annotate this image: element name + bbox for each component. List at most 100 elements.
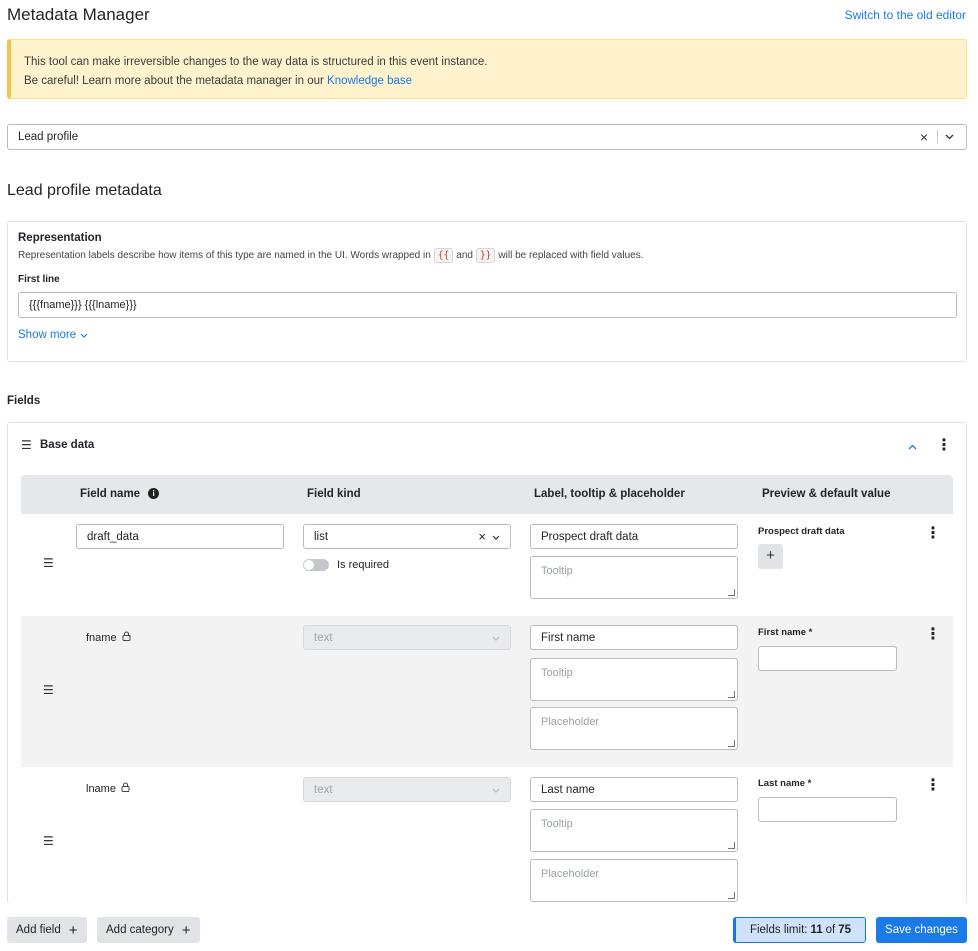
table-row: ☰ lname text Last name Tooltip Placehold… xyxy=(21,767,953,904)
tooltip-textarea[interactable]: Tooltip xyxy=(530,556,738,599)
chevron-down-icon[interactable] xyxy=(492,532,500,542)
field-kind-select[interactable]: list × xyxy=(303,524,511,549)
add-category-button[interactable]: Add category + xyxy=(97,917,200,943)
table-header: Field name i Field kind Label, tooltip & … xyxy=(21,475,953,514)
default-value-input[interactable] xyxy=(758,797,897,822)
field-name-value: fname xyxy=(86,631,117,644)
tooltip-textarea[interactable]: Tooltip xyxy=(530,809,738,852)
info-icon[interactable]: i xyxy=(148,488,160,499)
save-changes-button[interactable]: Save changes xyxy=(876,917,967,943)
placeholder-textarea[interactable]: Placeholder xyxy=(530,859,738,902)
add-item-button[interactable]: + xyxy=(758,544,783,569)
select-separator xyxy=(937,130,938,144)
field-kind-select: text xyxy=(303,625,511,650)
fields-limit-badge: Fields limit: 11 of 75 xyxy=(733,917,866,943)
limit-used: 11 xyxy=(810,924,823,936)
lock-icon xyxy=(121,782,130,795)
label-input[interactable]: Last name xyxy=(530,777,738,802)
representation-panel: Representation Representation labels des… xyxy=(7,221,967,362)
knowledge-base-link[interactable]: Knowledge base xyxy=(327,75,412,87)
open-braces-chip: {{ xyxy=(433,248,454,263)
add-field-label: Add field xyxy=(16,924,61,936)
col-label: Label, tooltip & placeholder xyxy=(534,488,685,500)
limit-prefix: Fields limit: xyxy=(749,924,808,936)
field-name-value: lname xyxy=(86,782,116,795)
field-name-value: draft_data xyxy=(87,530,139,543)
clear-icon[interactable]: × xyxy=(915,129,933,145)
field-name-static: lname xyxy=(86,782,130,795)
rep-desc-part2: will be replaced with field values. xyxy=(498,250,644,261)
preview-label: First name * xyxy=(758,627,813,638)
plus-icon: + xyxy=(68,921,78,939)
switch-old-editor-link[interactable]: Switch to the old editor xyxy=(845,8,966,22)
preview-label: Prospect draft data xyxy=(758,526,845,537)
show-more-link[interactable]: Show more xyxy=(18,329,956,341)
field-kind-value: text xyxy=(314,783,333,796)
col-field-name-label: Field name xyxy=(80,488,141,500)
label-value: Prospect draft data xyxy=(541,530,639,543)
footer-bar: Add field + Add category + Fields limit:… xyxy=(0,904,978,951)
col-field-name: Field name i xyxy=(80,488,160,500)
table-row: ☰ fname text First name Tooltip Placehol… xyxy=(21,616,953,767)
field-kind-select: text xyxy=(303,777,511,802)
limit-total: 75 xyxy=(838,924,852,936)
field-name-input[interactable]: draft_data xyxy=(76,524,284,549)
drag-handle-icon[interactable]: ☰ xyxy=(43,683,54,697)
category-header: ☰ Base data ⋮ xyxy=(8,423,966,469)
profile-select[interactable]: Lead profile × xyxy=(7,124,967,150)
label-value: First name xyxy=(541,631,596,644)
drag-handle-icon[interactable]: ☰ xyxy=(43,834,54,848)
first-line-label: First line xyxy=(18,274,60,285)
row-menu-icon[interactable]: ⋮ xyxy=(925,624,941,644)
label-input[interactable]: First name xyxy=(530,625,738,650)
is-required-toggle-row[interactable]: Is required xyxy=(303,559,389,571)
lock-icon xyxy=(122,631,131,644)
chevron-up-icon[interactable] xyxy=(908,441,917,453)
first-line-value: {{{fname}}} {{{lname}}} xyxy=(29,299,137,311)
chevron-down-icon xyxy=(492,633,500,643)
drag-handle-icon[interactable]: ☰ xyxy=(43,556,54,570)
row-menu-icon[interactable]: ⋮ xyxy=(925,523,941,543)
chevron-down-icon[interactable] xyxy=(942,132,956,143)
add-field-button[interactable]: Add field + xyxy=(7,917,87,943)
label-value: Last name xyxy=(541,783,595,796)
first-line-input[interactable]: {{{fname}}} {{{lname}}} xyxy=(18,292,957,318)
drag-handle-icon[interactable]: ☰ xyxy=(21,438,32,452)
warning-banner: This tool can make irreversible changes … xyxy=(7,39,967,99)
chevron-down-icon xyxy=(80,333,88,338)
rep-desc-and: and xyxy=(456,250,473,261)
is-required-label: Is required xyxy=(337,559,389,571)
add-category-label: Add category xyxy=(106,924,174,936)
preview-label: Last name * xyxy=(758,778,812,789)
label-input[interactable]: Prospect draft data xyxy=(530,524,738,549)
limit-of: of xyxy=(825,924,836,936)
placeholder-textarea[interactable]: Placeholder xyxy=(530,707,738,750)
profile-select-value: Lead profile xyxy=(18,131,79,143)
row-menu-icon[interactable]: ⋮ xyxy=(925,775,941,795)
close-braces-chip: }} xyxy=(475,248,496,263)
is-required-toggle[interactable] xyxy=(303,559,329,571)
warning-line-1: This tool can make irreversible changes … xyxy=(24,56,488,68)
category-menu-icon[interactable]: ⋮ xyxy=(936,435,952,455)
warning-line-2: Be careful! Learn more about the metadat… xyxy=(24,72,953,91)
fields-heading: Fields xyxy=(7,395,41,407)
representation-title: Representation xyxy=(18,232,102,244)
plus-icon: + xyxy=(181,921,191,939)
page-title: Metadata Manager xyxy=(7,5,150,24)
clear-icon[interactable]: × xyxy=(478,529,486,544)
field-kind-value: list xyxy=(314,530,329,543)
table-row: ☰ draft_data list × Is required Prospect… xyxy=(21,514,953,616)
field-kind-value: text xyxy=(314,631,333,644)
field-name-static: fname xyxy=(86,631,131,644)
fields-table: Field name i Field kind Label, tooltip & … xyxy=(21,475,953,904)
category-panel: ☰ Base data ⋮ Field name i Field kind Lab… xyxy=(7,422,967,904)
default-value-input[interactable] xyxy=(758,646,897,671)
rep-desc-part1: Representation labels describe how items… xyxy=(18,250,431,261)
chevron-down-icon xyxy=(492,785,500,795)
section-title: Lead profile metadata xyxy=(7,182,162,199)
col-preview: Preview & default value xyxy=(762,488,891,500)
category-name: Base data xyxy=(40,439,95,451)
tooltip-textarea[interactable]: Tooltip xyxy=(530,658,738,701)
show-more-label: Show more xyxy=(18,329,77,341)
col-field-kind: Field kind xyxy=(307,488,361,500)
